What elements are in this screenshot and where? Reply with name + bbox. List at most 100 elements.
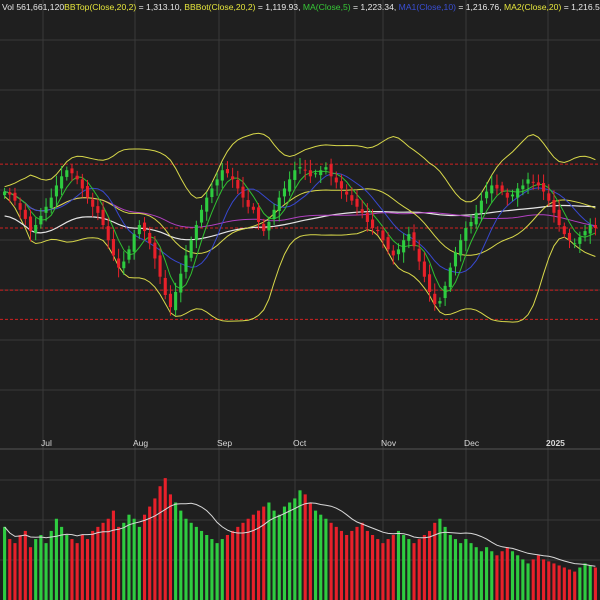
candle bbox=[329, 158, 333, 186]
candle bbox=[142, 217, 147, 241]
candle bbox=[54, 175, 58, 207]
legend-item: = 1,223.34, bbox=[351, 2, 399, 12]
month-label: Aug bbox=[133, 438, 148, 448]
candle-body bbox=[386, 237, 390, 250]
candle bbox=[44, 198, 48, 222]
candle bbox=[438, 297, 442, 308]
candle-body bbox=[536, 182, 540, 186]
volume-bar bbox=[542, 559, 546, 600]
volume-bar bbox=[459, 543, 463, 600]
candle bbox=[101, 201, 105, 230]
candle-body bbox=[122, 261, 126, 269]
candle-body bbox=[500, 185, 504, 192]
candle-body bbox=[163, 277, 167, 295]
volume-bar bbox=[70, 539, 74, 600]
candle bbox=[495, 174, 499, 196]
candle bbox=[562, 222, 566, 238]
volume-bar bbox=[215, 543, 219, 600]
volume-bar bbox=[189, 522, 193, 600]
volume-bar bbox=[588, 565, 592, 600]
candle-body bbox=[516, 188, 520, 198]
volume-bar bbox=[231, 530, 235, 600]
volume-bar bbox=[376, 539, 380, 600]
candle bbox=[536, 174, 540, 190]
candle bbox=[127, 245, 131, 264]
volume-bar bbox=[293, 498, 297, 600]
volume-bar bbox=[578, 567, 582, 600]
candle-body bbox=[308, 170, 312, 177]
month-label: Oct bbox=[293, 438, 307, 448]
volume-bar bbox=[417, 539, 421, 600]
candle-body bbox=[142, 222, 147, 232]
volume-bar bbox=[516, 555, 520, 600]
candle-body bbox=[194, 225, 198, 241]
candle-body bbox=[557, 209, 561, 225]
candle-body bbox=[510, 194, 515, 197]
candle-body bbox=[578, 237, 582, 244]
horizontal-levels bbox=[0, 163, 600, 320]
ma10-line bbox=[4, 172, 596, 274]
candle-body bbox=[448, 267, 452, 288]
month-label: Jul bbox=[41, 438, 52, 448]
candle bbox=[158, 248, 162, 285]
candle bbox=[464, 221, 468, 252]
candle-body bbox=[433, 293, 437, 305]
ma20-line bbox=[4, 188, 596, 256]
chart-canvas[interactable]: Jul Aug Sep Oct Nov Dec 2025 Vol 561,661,120BB… bbox=[0, 0, 600, 600]
candle-body bbox=[573, 243, 577, 245]
volume-bar bbox=[246, 518, 250, 600]
ma3-line-white bbox=[4, 204, 596, 241]
candle-body bbox=[360, 209, 364, 213]
volume-bar bbox=[319, 514, 323, 600]
volume-bar bbox=[179, 510, 183, 600]
candle bbox=[402, 233, 406, 263]
volume-bar bbox=[547, 561, 551, 600]
volume-bar bbox=[562, 567, 566, 600]
month-label: 2025 bbox=[546, 438, 565, 448]
volume-bar bbox=[521, 559, 525, 600]
candle-body bbox=[210, 188, 214, 198]
candle bbox=[593, 217, 597, 236]
candle-body bbox=[453, 252, 458, 267]
candle-body bbox=[277, 197, 281, 212]
candle-body bbox=[334, 177, 338, 183]
volume-bar bbox=[148, 506, 152, 600]
candle bbox=[13, 187, 17, 206]
volume-bar bbox=[557, 565, 561, 600]
volume-bar bbox=[127, 514, 131, 600]
candle-body bbox=[583, 231, 587, 236]
candle bbox=[137, 220, 141, 239]
candle-body bbox=[262, 223, 266, 232]
volume-bar bbox=[510, 551, 515, 600]
candle bbox=[422, 252, 426, 283]
volume-bar bbox=[122, 522, 126, 600]
volume-bar bbox=[371, 535, 375, 600]
volume-bar bbox=[65, 535, 69, 600]
legend-item: BBTop(Close,20,2) bbox=[64, 2, 136, 12]
candle bbox=[194, 220, 198, 249]
volume-bar bbox=[402, 535, 406, 600]
candle bbox=[205, 192, 209, 221]
candle-body bbox=[60, 176, 64, 189]
volume-bar bbox=[163, 478, 167, 600]
candle-body bbox=[469, 221, 473, 227]
candle bbox=[106, 217, 110, 249]
candle-body bbox=[251, 206, 255, 210]
candle-body bbox=[371, 219, 375, 229]
candle-body bbox=[567, 232, 572, 241]
legend-item: Vol 561,661,120 bbox=[2, 2, 64, 12]
candle-body bbox=[153, 242, 157, 259]
volume-bar bbox=[329, 522, 333, 600]
volume-bar bbox=[485, 547, 489, 600]
volume-bar bbox=[438, 518, 442, 600]
candle bbox=[231, 167, 235, 188]
candle-body bbox=[339, 181, 344, 189]
volume-bar bbox=[184, 518, 188, 600]
candle-body bbox=[412, 232, 416, 247]
volume-bar bbox=[536, 555, 540, 600]
candle bbox=[189, 236, 193, 262]
candle-body bbox=[547, 193, 551, 201]
volume-bar bbox=[18, 535, 22, 600]
legend-item: MA2(Close,20) bbox=[504, 2, 561, 12]
candle-body bbox=[174, 291, 178, 311]
